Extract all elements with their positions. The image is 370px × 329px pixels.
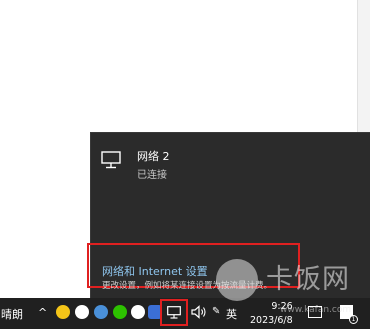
network-monitor-icon [101,151,121,169]
network-flyout: 网络 2 已连接 网络和 Internet 设置 更改设置，例如将某连接设置为按… [87,132,370,298]
media-icon[interactable] [308,306,322,318]
input-method-indicator[interactable]: 英 [226,306,237,322]
qq-tray-icon[interactable] [131,305,145,319]
notification-badge: 1 [349,315,358,324]
network-item[interactable]: 网络 2 已连接 [99,145,365,185]
pen-icon[interactable]: ✎ [212,306,220,317]
network-tray-button[interactable] [160,299,188,326]
clock-time[interactable]: 9:26 [260,301,304,312]
show-hidden-icons-button[interactable]: ^ [38,306,47,319]
network-name: 网络 2 [137,150,170,163]
app-tray-icon[interactable] [56,305,70,319]
network-status: 已连接 [137,170,167,181]
network-icon [167,306,181,319]
volume-icon[interactable] [191,305,207,319]
network-settings-description: 更改设置，例如将某连接设置为按流量计费。 [102,281,273,291]
network-settings-link[interactable]: 网络和 Internet 设置 [102,263,208,279]
taskbar: 晴朗 ^ ✎ 英 9:26 2023/6/8 1 [0,298,370,329]
app-tray-icon[interactable] [94,305,108,319]
weather-label[interactable]: 晴朗 [1,306,23,322]
clock-date[interactable]: 2023/6/8 [250,315,293,326]
window-edge [357,0,370,132]
app-tray-icon[interactable] [75,305,89,319]
wechat-tray-icon[interactable] [113,305,127,319]
